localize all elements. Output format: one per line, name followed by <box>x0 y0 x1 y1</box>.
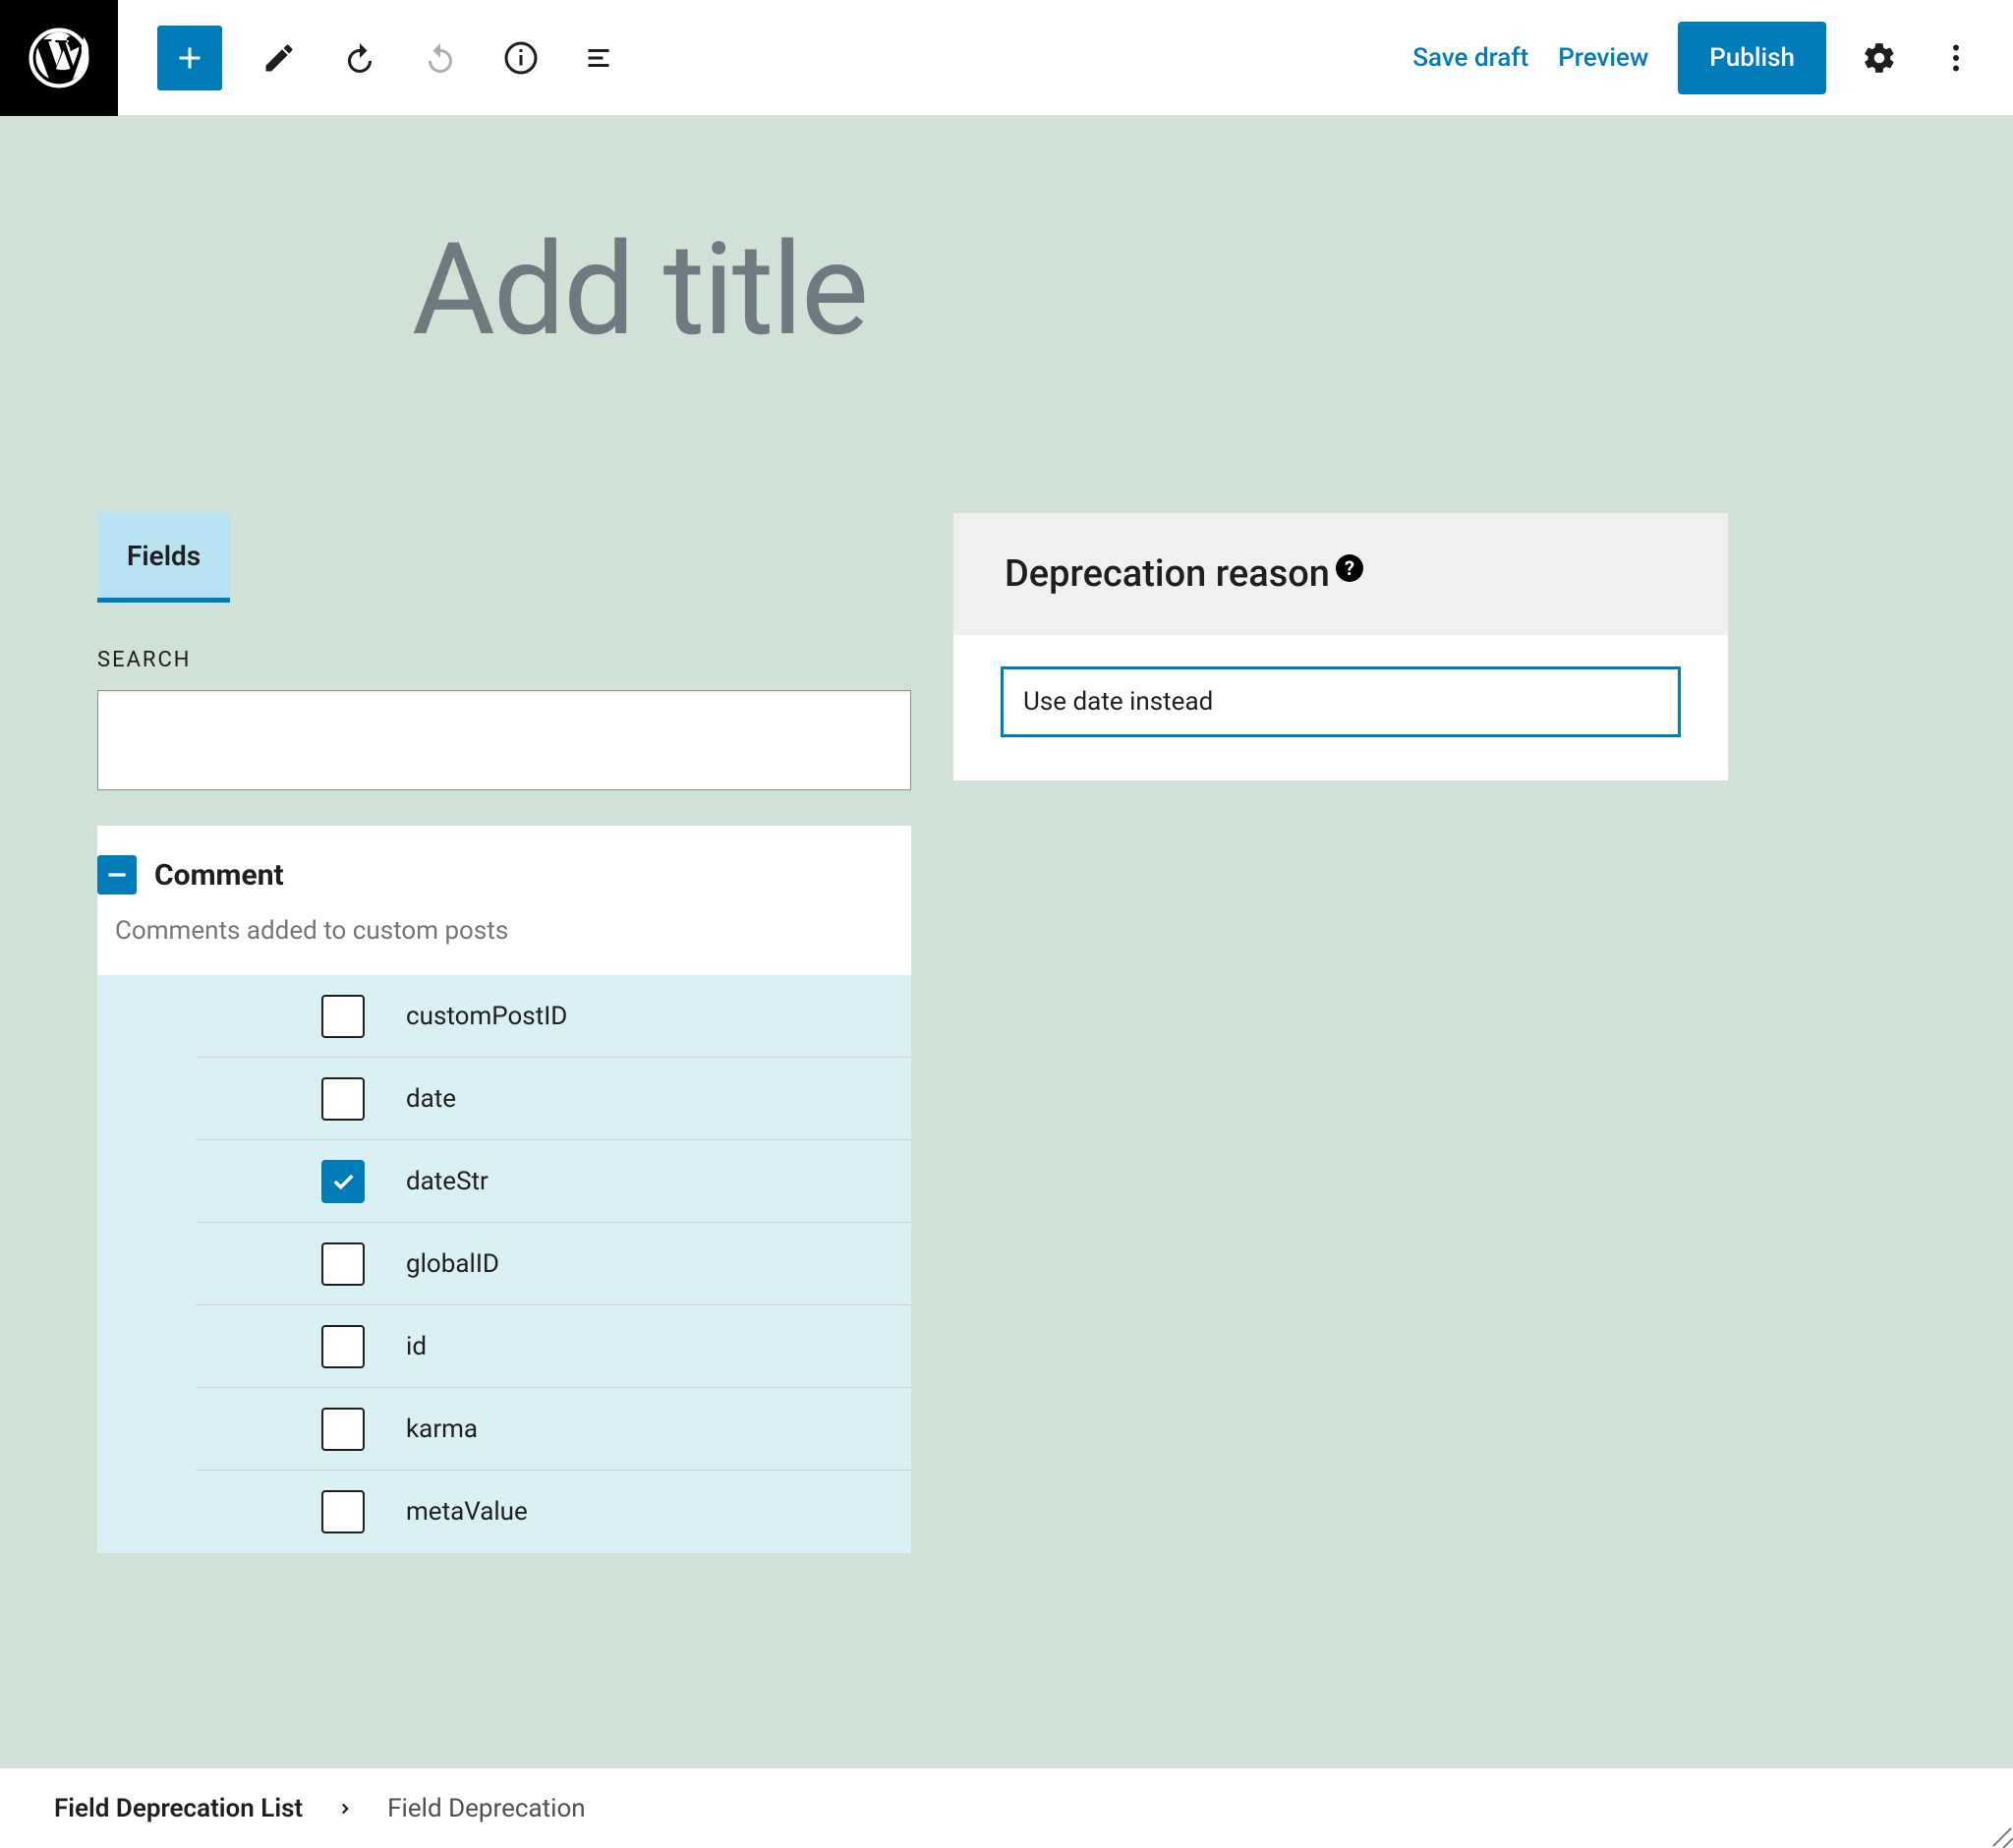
field-list: customPostID date dateStr globalID id karma me… <box>97 975 911 1553</box>
field-checkbox[interactable] <box>321 1242 365 1286</box>
help-icon[interactable]: ? <box>1336 554 1363 582</box>
editor-toolbar: Save draft Preview Publish <box>0 0 2013 116</box>
toolbar-left <box>118 26 625 90</box>
field-checkbox[interactable] <box>321 1408 365 1451</box>
info-button[interactable] <box>497 34 545 82</box>
chevron-right-icon <box>336 1800 354 1818</box>
field-checkbox[interactable] <box>321 1325 365 1368</box>
field-group-card: Comment Comments added to custom posts c… <box>97 826 911 1553</box>
more-options-button[interactable] <box>1932 34 1980 82</box>
field-row[interactable]: id <box>196 1305 911 1388</box>
field-checkbox[interactable] <box>321 1490 365 1533</box>
field-name-label: globalID <box>406 1249 499 1279</box>
deprecation-panel: Deprecation reason ? Use date instead <box>952 512 1729 781</box>
field-tabs: Fields <box>97 512 911 603</box>
field-name-label: customPostID <box>406 1002 567 1031</box>
wordpress-logo[interactable] <box>0 0 118 116</box>
redo-button <box>417 34 464 82</box>
field-name-label: dateStr <box>406 1167 489 1196</box>
field-name-label: metaValue <box>406 1497 528 1527</box>
info-icon <box>503 40 539 76</box>
field-row[interactable]: dateStr <box>196 1140 911 1223</box>
settings-button[interactable] <box>1856 34 1903 82</box>
plus-icon <box>172 40 207 76</box>
undo-button[interactable] <box>336 34 383 82</box>
outline-icon <box>584 40 619 76</box>
field-row[interactable]: metaValue <box>196 1471 911 1553</box>
publish-button[interactable]: Publish <box>1678 22 1826 94</box>
search-input[interactable] <box>97 690 911 790</box>
field-checkbox[interactable] <box>321 995 365 1038</box>
post-title-input[interactable]: Add title <box>196 214 1817 512</box>
field-row[interactable]: customPostID <box>196 975 911 1058</box>
preview-button[interactable]: Preview <box>1558 43 1648 73</box>
wordpress-logo-icon <box>29 28 89 88</box>
toolbar-right: Save draft Preview Publish <box>1412 22 2013 94</box>
check-icon <box>329 1168 357 1195</box>
group-title: Comment <box>154 858 284 893</box>
redo-icon <box>423 40 458 76</box>
minus-icon <box>104 862 130 888</box>
field-name-label: id <box>406 1332 427 1361</box>
editor-canvas: Add title Fields SEARCH Comment Comments… <box>0 116 2013 1848</box>
search-label: SEARCH <box>97 648 911 672</box>
breadcrumb: Field Deprecation List Field Deprecation <box>0 1767 2013 1848</box>
collapse-group-button[interactable] <box>97 855 137 895</box>
field-checkbox[interactable] <box>321 1077 365 1121</box>
panel-title: Deprecation reason <box>1005 552 1330 596</box>
field-row[interactable]: date <box>196 1058 911 1140</box>
outline-button[interactable] <box>578 34 625 82</box>
undo-icon <box>342 40 377 76</box>
save-draft-button[interactable]: Save draft <box>1412 43 1528 73</box>
edit-mode-button[interactable] <box>256 34 303 82</box>
resize-handle-icon <box>1984 1819 2013 1848</box>
gear-icon <box>1862 40 1897 76</box>
breadcrumb-root[interactable]: Field Deprecation List <box>54 1794 303 1823</box>
field-checkbox[interactable] <box>321 1160 365 1203</box>
tab-fields[interactable]: Fields <box>97 512 230 603</box>
field-name-label: date <box>406 1084 456 1114</box>
field-row[interactable]: karma <box>196 1388 911 1471</box>
add-block-button[interactable] <box>157 26 222 90</box>
deprecation-reason-input[interactable]: Use date instead <box>1001 666 1681 737</box>
field-name-label: karma <box>406 1415 478 1444</box>
field-row[interactable]: globalID <box>196 1223 911 1305</box>
pencil-icon <box>261 40 297 76</box>
group-description: Comments added to custom posts <box>97 895 911 975</box>
more-vertical-icon <box>1938 40 1974 76</box>
breadcrumb-current[interactable]: Field Deprecation <box>387 1794 586 1823</box>
